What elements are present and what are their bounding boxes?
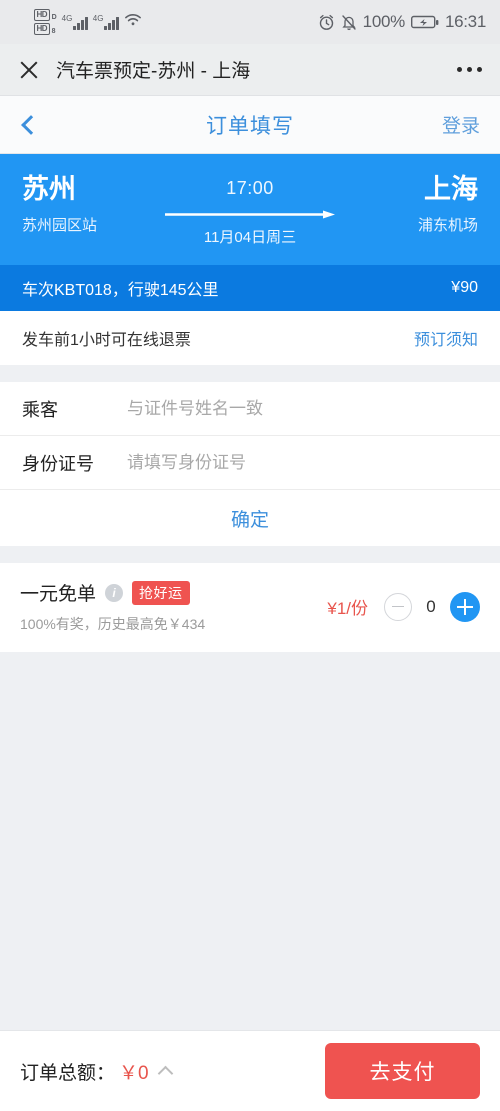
signal-bars-icon-1	[73, 16, 88, 30]
wifi-icon	[124, 13, 142, 32]
order-total[interactable]: 订单总额： ￥0	[20, 1058, 173, 1085]
trip-info-bar: 车次KBT018，行驶145公里 ¥90	[0, 265, 500, 311]
empty-area	[0, 652, 500, 1030]
status-bar-left: HD D HD 8 4G 4G	[14, 9, 142, 35]
promo-title: 一元免单	[20, 584, 97, 605]
hd-badge-2: HD	[34, 23, 50, 35]
refund-policy-text: 发车前1小时可在线退票	[22, 332, 191, 349]
destination-block: 上海 浦东机场	[358, 174, 478, 235]
chevron-up-icon[interactable]	[157, 1065, 173, 1081]
passenger-name-input[interactable]	[127, 398, 478, 419]
dual-sim-indicator: HD D HD 8	[34, 9, 57, 35]
hd-sub-1: D	[51, 14, 57, 21]
departure-date: 11月04日周三	[203, 229, 297, 246]
quantity-stepper: 0	[384, 591, 480, 622]
trip-info-text: 车次KBT018，行驶145公里	[22, 282, 219, 299]
origin-station: 苏州园区站	[22, 217, 98, 235]
passenger-form: 乘客 身份证号 确定	[0, 382, 500, 546]
order-total-label: 订单总额：	[20, 1062, 116, 1084]
passenger-name-row[interactable]: 乘客	[0, 382, 500, 436]
confirm-button[interactable]: 确定	[231, 505, 269, 532]
direction-arrow-icon	[165, 210, 335, 219]
page-content: 订单填写 登录 苏州 苏州园区站 17:00 11月04日周三 上海 浦东机场 …	[0, 96, 500, 1030]
confirm-row: 确定	[0, 490, 500, 546]
battery-charging-icon	[410, 15, 439, 30]
plus-icon[interactable]	[450, 591, 480, 622]
origin-block: 苏州 苏州园区站	[22, 174, 142, 235]
close-icon[interactable]	[18, 59, 40, 81]
app-title-bar: 汽车票预定-苏州 - 上海	[0, 44, 500, 96]
back-chevron-icon[interactable]	[21, 114, 41, 135]
hd-badge-1: HD	[34, 9, 50, 21]
promo-price: ¥1/份	[327, 599, 368, 618]
hd-sub-2: 8	[51, 28, 56, 35]
more-options-icon[interactable]	[457, 67, 482, 72]
nav-bar: 订单填写 登录	[0, 96, 500, 154]
alarm-clock-icon	[318, 14, 335, 31]
bottom-bar: 订单总额： ￥0 去支付	[0, 1030, 500, 1111]
promo-controls: ¥1/份 0	[327, 591, 480, 622]
promo-header: 一元免单 i 抢好运	[20, 579, 327, 606]
promo-info: 一元免单 i 抢好运 100%有奖，历史最高免￥434	[20, 579, 327, 634]
passenger-name-label: 乘客	[22, 399, 58, 420]
destination-station: 浦东机场	[417, 217, 478, 235]
signal-indicator-1: 4G	[61, 13, 88, 30]
info-icon[interactable]: i	[105, 583, 124, 602]
departure-time: 17:00	[226, 178, 274, 198]
signal-indicator-2: 4G	[92, 13, 119, 30]
signal-bars-icon-2	[104, 16, 119, 30]
status-bar-right: 100% 16:31	[318, 12, 486, 32]
id-number-label: 身份证号	[22, 453, 94, 474]
route-card[interactable]: 苏州 苏州园区站 17:00 11月04日周三 上海 浦东机场	[0, 154, 500, 265]
app-title: 汽车票预定-苏州 - 上海	[56, 61, 251, 82]
id-number-input[interactable]	[127, 452, 478, 473]
signal-label-2: 4G	[92, 13, 104, 23]
destination-city: 上海	[424, 174, 478, 204]
status-bar-clock: 16:31	[444, 12, 486, 31]
promo-subtitle: 100%有奖，历史最高免￥434	[20, 616, 206, 632]
section-divider	[0, 365, 500, 382]
bell-muted-icon	[341, 14, 357, 31]
id-number-row[interactable]: 身份证号	[0, 436, 500, 490]
page-title: 订单填写	[206, 114, 294, 138]
login-button[interactable]: 登录	[442, 111, 480, 138]
refund-policy-row: 发车前1小时可在线退票 预订须知	[0, 311, 500, 365]
section-divider-2	[0, 546, 500, 563]
phone-screen: HD D HD 8 4G 4G 100% 16:31 汽车票预定-苏州 - 上海…	[0, 0, 500, 1111]
status-bar: HD D HD 8 4G 4G 100% 16:31	[0, 0, 500, 44]
signal-label-1: 4G	[61, 13, 73, 23]
ticket-price: ¥90	[451, 279, 478, 296]
booking-notice-link[interactable]: 预订须知	[414, 326, 478, 350]
promo-badge: 抢好运	[132, 580, 190, 605]
pay-button[interactable]: 去支付	[325, 1043, 480, 1099]
order-total-amount: ￥0	[119, 1062, 149, 1084]
origin-city: 苏州	[22, 174, 76, 204]
schedule-block: 17:00 11月04日周三	[142, 174, 358, 247]
promo-row: 一元免单 i 抢好运 100%有奖，历史最高免￥434 ¥1/份 0	[0, 563, 500, 652]
battery-percent: 100%	[362, 12, 406, 31]
minus-icon[interactable]	[384, 592, 412, 621]
promo-quantity: 0	[426, 596, 436, 616]
